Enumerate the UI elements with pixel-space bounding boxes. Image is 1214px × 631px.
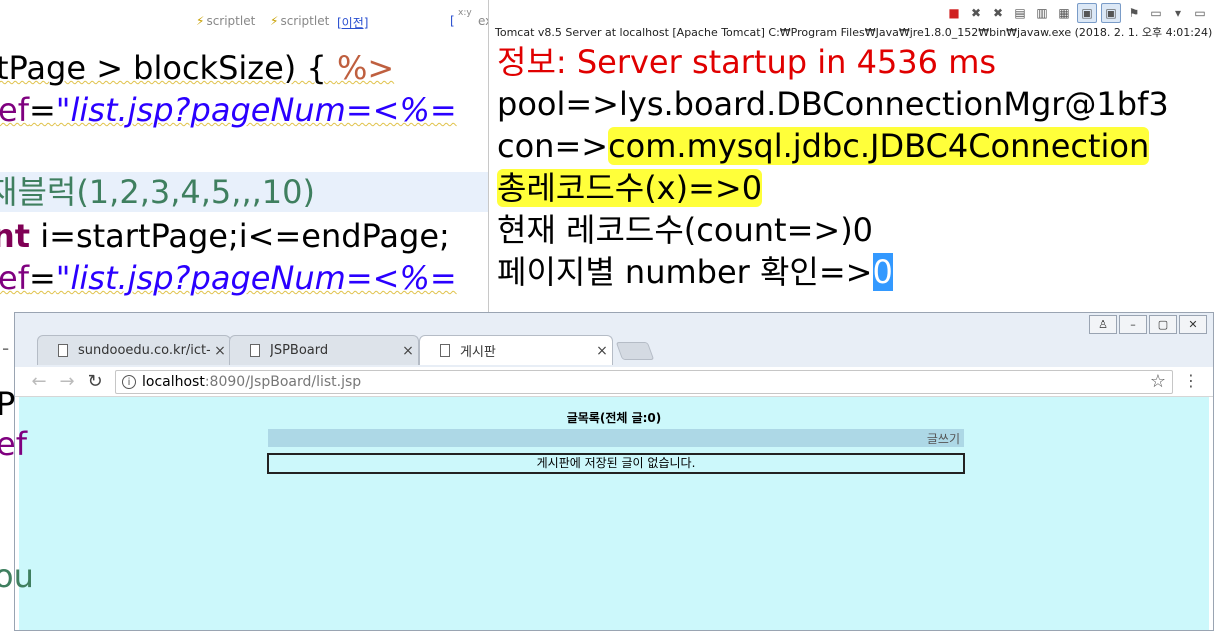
scriptlet-hint-2[interactable]: ⚡ scriptlet — [270, 14, 329, 28]
console-title: Tomcat v8.5 Server at localhost [Apache … — [495, 26, 1213, 39]
stop-icon[interactable]: ■ — [945, 4, 963, 22]
window-controls: ♙ – ▢ ✕ — [1089, 315, 1207, 334]
url-path: :8090/JspBoard/list.jsp — [204, 374, 362, 390]
code-line-highlighted: 재블럭(1,2,3,4,5,,,10) — [0, 172, 488, 212]
info-icon[interactable]: i — [122, 375, 136, 389]
maximize-icon[interactable]: ▢ — [1149, 315, 1177, 334]
new-tab-button[interactable] — [615, 342, 655, 360]
page-icon — [250, 344, 260, 357]
close-icon[interactable]: × — [210, 343, 230, 359]
show-on-stderr-icon[interactable]: ▣ — [1101, 3, 1121, 23]
tab-jspboard[interactable]: JSPBoard × — [229, 335, 419, 365]
close-icon[interactable]: × — [592, 343, 612, 359]
bracket-hint: [ — [450, 14, 455, 28]
console-line-page: 페이지별 number 확인=>0 — [497, 253, 893, 291]
kebab-menu-icon[interactable]: ⋮ — [1183, 371, 1199, 391]
back-arrow-icon[interactable]: ← — [29, 372, 49, 392]
clear-console-icon[interactable]: ▤ — [1011, 4, 1029, 22]
editor-fragment: - — [2, 336, 10, 360]
editor-fragment: ou — [0, 557, 34, 595]
console-line-pool: pool=>lys.board.DBConnectionMgr@1bf3 — [497, 85, 1169, 123]
display-console-icon[interactable]: ▭ — [1147, 4, 1165, 22]
forward-arrow-icon[interactable]: → — [57, 372, 77, 392]
editor-fragment: P — [0, 385, 16, 423]
url-host: localhost — [142, 374, 205, 390]
console-view[interactable]: ■ ✖ ✖ ▤ ▥ ▦ ▣ ▣ ⚑ ▭ ▾ ▭ Tomcat v8.5 Serv… — [488, 0, 1214, 320]
page-viewport: 글목록(전체 글:0) 글쓰기 게시판에 저장된 글이 없습니다. — [19, 397, 1209, 630]
console-line-total: 총레코드수(x)=>0 — [497, 168, 763, 208]
selected-text: 0 — [872, 253, 893, 291]
page-title: 글목록(전체 글:0) — [566, 411, 662, 425]
prev-link-hint[interactable]: [이전] — [337, 14, 368, 31]
scroll-lock-icon[interactable]: ▥ — [1033, 4, 1051, 22]
tab-board[interactable]: 게시판 × — [419, 335, 613, 365]
minimize-view-icon[interactable]: ▭ — [1191, 4, 1209, 22]
minimize-icon[interactable]: – — [1119, 315, 1147, 334]
tab-sundooedu[interactable]: sundooedu.co.kr/ict-new × — [37, 335, 231, 365]
page-icon — [58, 344, 68, 357]
browser-toolbar: ← → ↻ i localhost:8090/JspBoard/list.jsp… — [15, 367, 1213, 397]
code-line: tPage > blockSize) { %> — [0, 49, 395, 87]
pin-console-icon[interactable]: ⚑ — [1125, 4, 1143, 22]
console-line-current: 현재 레코드수(count=>)0 — [497, 211, 874, 249]
code-line: nt i=startPage;i<=endPage; — [0, 217, 450, 255]
reload-icon[interactable]: ↻ — [85, 372, 105, 392]
ex-hint: ex — [478, 14, 488, 28]
show-on-stdout-icon[interactable]: ▣ — [1077, 3, 1097, 23]
highlighter-mark: 총레코드수(x)=>0 — [497, 169, 763, 207]
code-line: ef="list.jsp?pageNum=<%= — [0, 91, 457, 129]
xy-hint: x:y — [458, 8, 472, 18]
write-bar: 글쓰기 — [268, 429, 964, 447]
console-toolbar: ■ ✖ ✖ ▤ ▥ ▦ ▣ ▣ ⚑ ▭ ▾ ▭ — [945, 2, 1209, 24]
console-line-con: con=>com.mysql.jdbc.JDBC4Connection — [497, 127, 1150, 165]
bolt-icon: ⚡ — [270, 14, 279, 28]
bookmark-star-icon[interactable]: ☆ — [1150, 371, 1166, 393]
chevron-down-icon[interactable]: ▾ — [1169, 4, 1187, 22]
browser-window: sundooedu.co.kr/ict-new × JSPBoard × 게시판… — [14, 312, 1214, 631]
profile-icon[interactable]: ♙ — [1089, 315, 1117, 334]
editor-hint-bar: ⚡scriptlet ⚡scriptlet [이전] [ x:y ex — [0, 0, 488, 38]
scriptlet-hint-1[interactable]: ⚡ scriptlet — [196, 14, 255, 28]
bolt-icon: ⚡ — [196, 14, 205, 28]
address-bar[interactable]: i localhost:8090/JspBoard/list.jsp ☆ — [115, 370, 1173, 394]
word-wrap-icon[interactable]: ▦ — [1055, 4, 1073, 22]
close-icon[interactable]: × — [398, 343, 418, 359]
write-link[interactable]: 글쓰기 — [927, 430, 960, 447]
remove-launch-icon[interactable]: ✖ — [967, 4, 985, 22]
close-window-icon[interactable]: ✕ — [1179, 315, 1207, 334]
editor-fragment: ef — [0, 425, 27, 463]
browser-titlebar: sundooedu.co.kr/ict-new × JSPBoard × 게시판… — [15, 313, 1213, 367]
console-line-startup: 정보: Server startup in 4536 ms — [497, 43, 997, 81]
highlighter-mark: com.mysql.jdbc.JDBC4Connection — [608, 127, 1150, 165]
page-icon — [440, 344, 450, 357]
code-line: ef="list.jsp?pageNum=<%= — [0, 259, 457, 297]
remove-all-icon[interactable]: ✖ — [989, 4, 1007, 22]
empty-list-message: 게시판에 저장된 글이 없습니다. — [267, 453, 965, 474]
